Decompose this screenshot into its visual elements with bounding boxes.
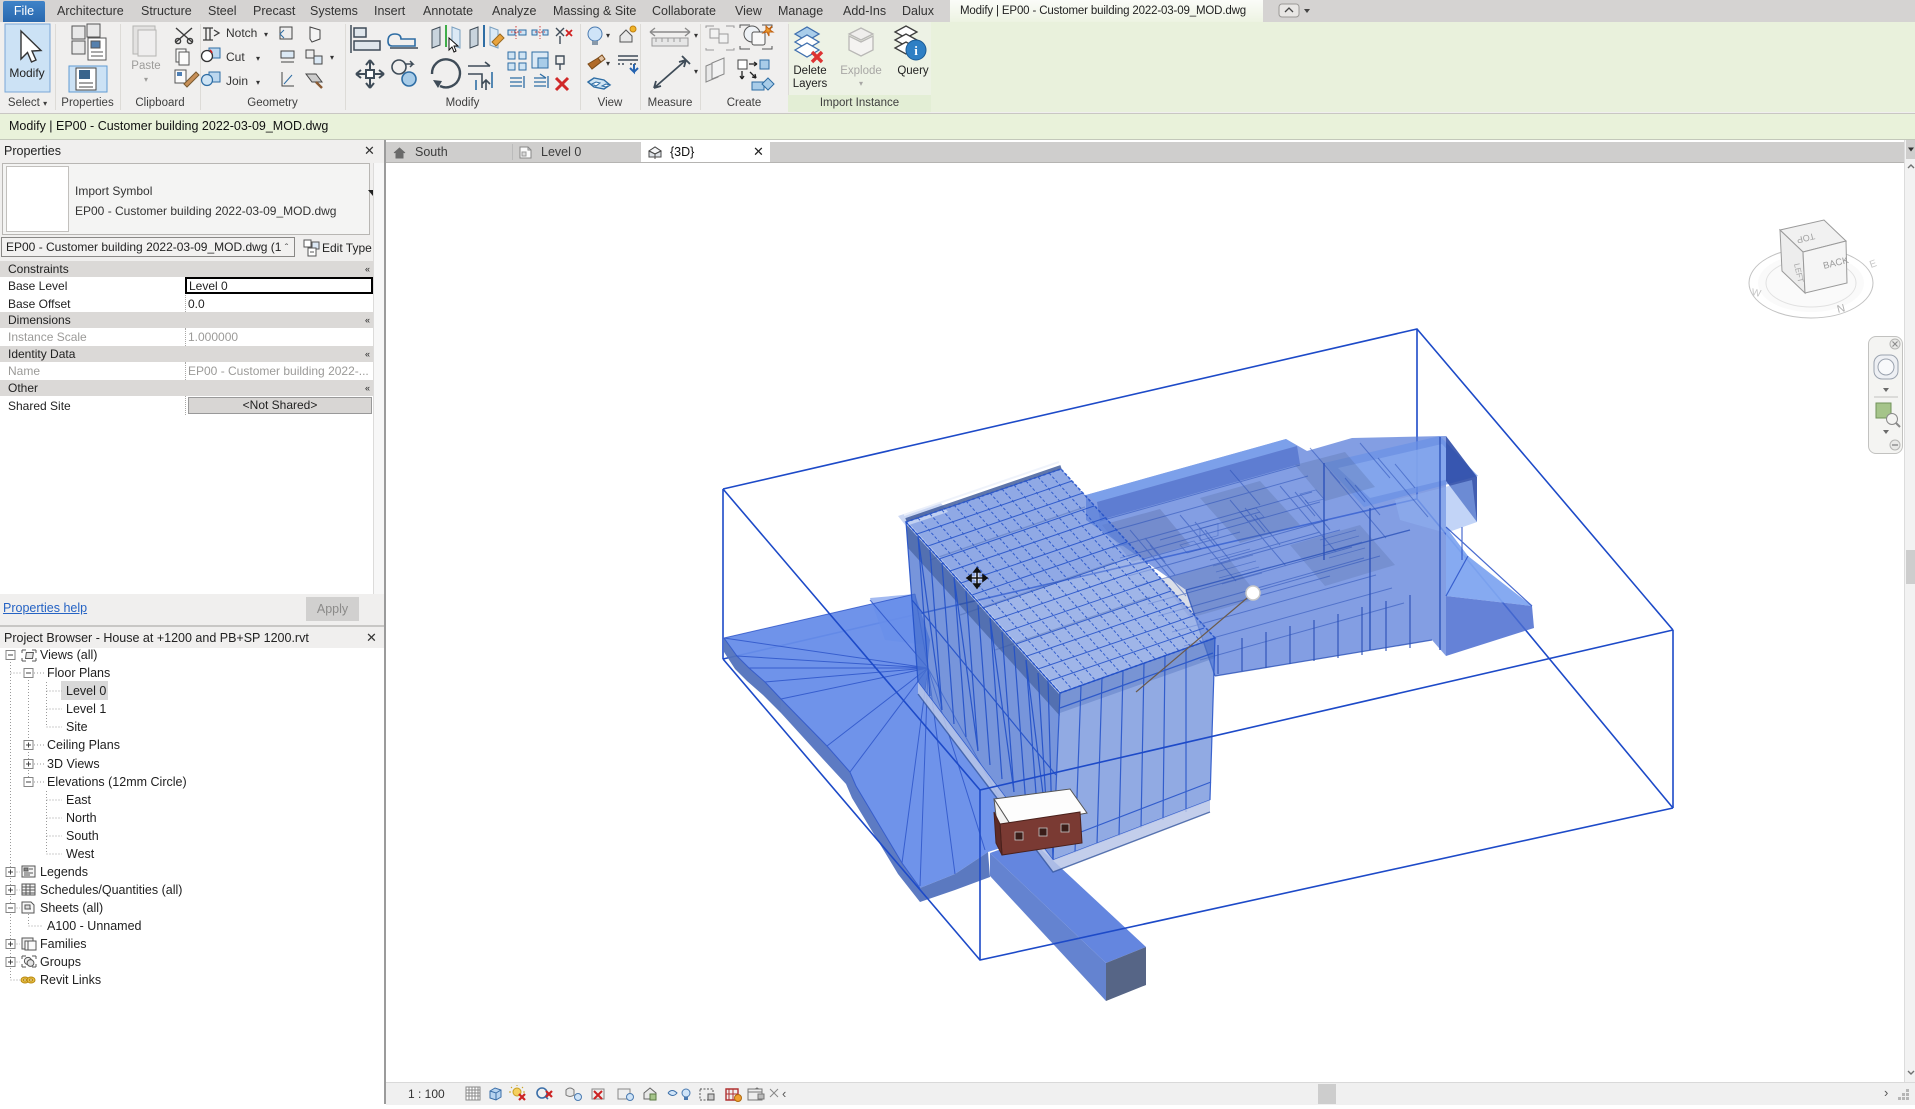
svg-text:Revit Links: Revit Links <box>40 973 101 987</box>
svg-text:Schedules/Quantities (all): Schedules/Quantities (all) <box>40 883 182 897</box>
svg-text:▾: ▾ <box>606 31 610 40</box>
svg-text:Level 0: Level 0 <box>66 684 106 698</box>
svg-text:3D Views: 3D Views <box>47 757 100 771</box>
svg-text:Floor Plans: Floor Plans <box>47 666 110 680</box>
svg-text:▾: ▾ <box>330 53 334 62</box>
svg-text:Query: Query <box>897 65 929 77</box>
svg-text:Modify: Modify <box>9 66 44 80</box>
svg-text:Layers: Layers <box>793 78 828 90</box>
svg-text:Ceiling Plans: Ceiling Plans <box>47 738 120 752</box>
svg-text:E: E <box>1868 258 1878 271</box>
svg-text:Explode: Explode <box>840 65 882 77</box>
svg-text:▾: ▾ <box>256 78 260 87</box>
svg-text:▾: ▾ <box>694 31 698 40</box>
svg-text:Level 1: Level 1 <box>66 702 106 716</box>
svg-text:▾: ▾ <box>606 59 610 68</box>
svg-text:Sheets (all): Sheets (all) <box>40 901 103 915</box>
svg-text:Elevations (12mm Circle): Elevations (12mm Circle) <box>47 775 187 789</box>
svg-text:▾: ▾ <box>256 54 260 63</box>
svg-text:Site: Site <box>66 720 88 734</box>
svg-text:West: West <box>66 847 95 861</box>
svg-text:Families: Families <box>40 937 87 951</box>
svg-text:▾: ▾ <box>264 30 268 39</box>
svg-text:i: i <box>914 43 918 58</box>
svg-text:Notch: Notch <box>226 26 257 40</box>
svg-text:▾: ▾ <box>694 67 698 76</box>
svg-text:Cut: Cut <box>226 50 245 64</box>
svg-text:Delete: Delete <box>793 65 826 77</box>
svg-text:Paste: Paste <box>131 60 160 72</box>
svg-text:Join: Join <box>226 74 248 88</box>
svg-text:Groups: Groups <box>40 955 81 969</box>
svg-text:W: W <box>1750 287 1762 300</box>
svg-text:Views (all): Views (all) <box>40 648 97 662</box>
svg-text:North: North <box>66 811 97 825</box>
svg-text:South: South <box>66 829 99 843</box>
svg-text:A100 - Unnamed: A100 - Unnamed <box>47 919 142 933</box>
svg-text:Legends: Legends <box>40 865 88 879</box>
svg-text:▾: ▾ <box>144 75 148 84</box>
svg-text:East: East <box>66 793 92 807</box>
svg-text:▾: ▾ <box>859 79 863 88</box>
